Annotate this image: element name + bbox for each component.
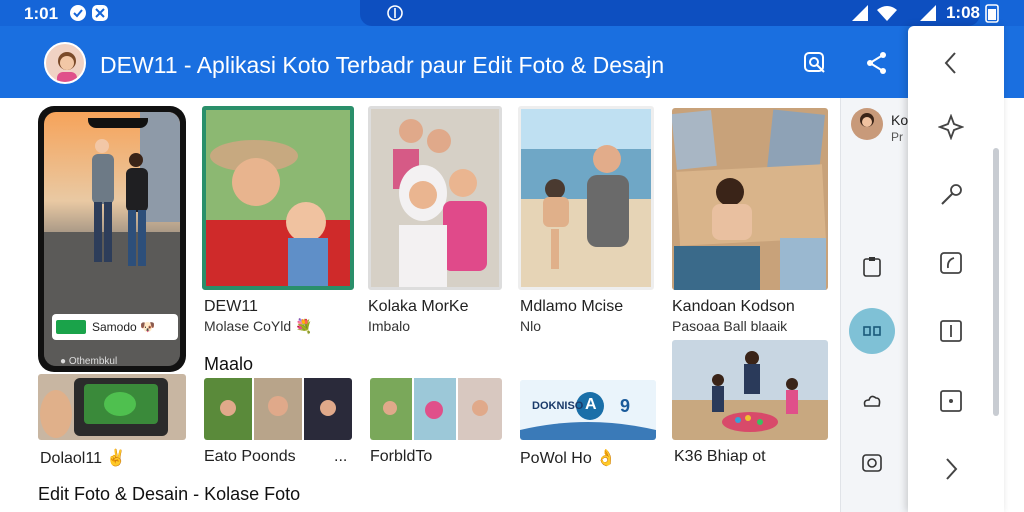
- round-action-button[interactable]: [849, 308, 895, 354]
- edit-icon[interactable]: [938, 250, 964, 276]
- clipboard-icon[interactable]: [861, 256, 883, 278]
- more-dots[interactable]: ...: [334, 448, 347, 466]
- crop-icon[interactable]: [938, 388, 964, 414]
- signal-icon: [850, 3, 870, 23]
- phone-banner-tag: [56, 320, 86, 334]
- contact-name: Ko: [891, 112, 909, 128]
- app-banner-text: DOKNISO: [532, 400, 584, 412]
- phone-preview-card[interactable]: Samodo 🐶 ● Othembkul: [38, 106, 186, 372]
- phone-footer-text: ● Othembkul: [60, 356, 118, 366]
- photo-strip-2[interactable]: [204, 378, 352, 440]
- page-title: DEW11 - Aplikasi Koto Terbadr paur Edit …: [100, 52, 665, 78]
- card-title-4: Kandoan Kodson: [672, 298, 795, 315]
- card-title-2: Kolaka MorKe: [368, 298, 469, 315]
- photo-thumb-2[interactable]: [368, 106, 502, 290]
- side-drawer: [908, 26, 1004, 512]
- notification-icon: [68, 3, 88, 23]
- sparkle-icon[interactable]: [938, 114, 964, 140]
- layers-icon[interactable]: [938, 318, 964, 344]
- photo-collage-4[interactable]: [672, 108, 828, 290]
- camera-indicator-icon: [385, 3, 405, 23]
- card-title-3: Mdlamo Mcise: [520, 298, 624, 315]
- brush-icon[interactable]: [938, 182, 964, 208]
- photo-thumb-calculator[interactable]: [38, 374, 186, 440]
- app-banner-badge: A: [585, 396, 597, 413]
- row2-title-1: Dolaol11 ✌: [40, 450, 127, 467]
- search-icon[interactable]: [802, 50, 828, 76]
- row2-title-3: ForbldTo: [370, 448, 433, 465]
- card-subtitle-3: Nlo: [520, 318, 542, 334]
- card-title-1: DEW11: [204, 298, 258, 315]
- frame-icon[interactable]: [861, 452, 883, 474]
- section-title: Maalo: [204, 354, 254, 374]
- status-time-right: 1:08: [945, 3, 980, 22]
- message-icon: [90, 3, 110, 23]
- contact-sub: Pr: [891, 130, 903, 144]
- phone-banner: Samodo 🐶: [52, 314, 178, 340]
- status-time-left: 1:01: [24, 4, 59, 23]
- card-subtitle-1: Molase CoYld 💐: [204, 318, 313, 334]
- battery-icon: [984, 3, 1004, 23]
- row2-title-2: Eato Poonds: [204, 448, 296, 465]
- photo-thumb-5[interactable]: [672, 340, 828, 440]
- card-subtitle-4: Pasoaa Ball blaaik: [672, 318, 788, 334]
- card-subtitle-2: Imbalo: [368, 318, 411, 334]
- chevron-right-icon[interactable]: [938, 456, 964, 482]
- chevron-left-icon[interactable]: [938, 50, 964, 76]
- footer-section-title: Edit Foto & Desain - Kolase Foto: [38, 484, 301, 504]
- avatar[interactable]: [44, 42, 86, 84]
- row2-title-4: PoWol Ho 👌: [520, 450, 617, 467]
- row2-title-5: K36 Bhiap ot: [674, 448, 766, 465]
- right-panel: Ko Pr: [840, 98, 910, 512]
- app-banner-number: 9: [620, 396, 631, 416]
- cloud-icon[interactable]: [861, 390, 883, 412]
- phone-banner-text: Samodo 🐶: [92, 320, 155, 334]
- phone-screen: Samodo 🐶 ● Othembkul: [44, 112, 180, 366]
- photo-strip-3[interactable]: [370, 378, 502, 440]
- phone-notch: [88, 118, 148, 128]
- photo-thumb-3[interactable]: [518, 106, 654, 290]
- wifi-icon: [876, 3, 897, 23]
- status-bar: 1:01 1:08: [0, 0, 1024, 26]
- contact-avatar[interactable]: [851, 108, 883, 140]
- cell-signal-icon: [918, 3, 938, 23]
- photo-thumb-1[interactable]: [202, 106, 354, 290]
- scrollbar[interactable]: [993, 148, 999, 416]
- share-icon[interactable]: [864, 50, 890, 76]
- app-bar: DEW11 - Aplikasi Koto Terbadr paur Edit …: [0, 26, 1024, 98]
